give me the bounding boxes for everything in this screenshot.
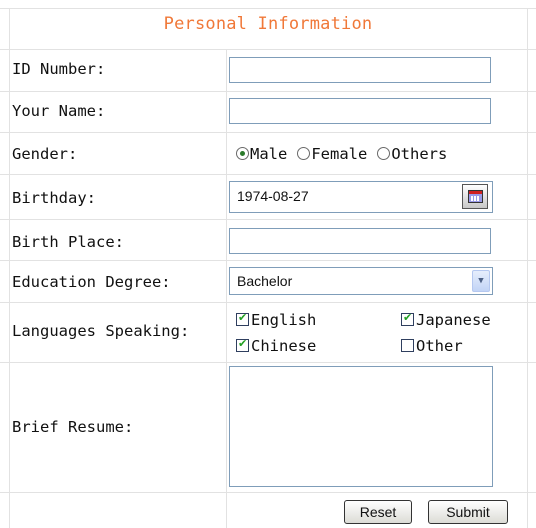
radio-unselected-icon <box>297 147 311 160</box>
grid-line <box>0 362 536 363</box>
submit-button[interactable]: Submit <box>428 500 508 524</box>
grid-line <box>0 492 536 493</box>
gender-option-label: Others <box>391 145 448 163</box>
gender-option-label: Male <box>250 145 288 163</box>
language-option-label: Other <box>416 337 463 355</box>
language-checkbox-english[interactable]: English <box>236 311 316 329</box>
gender-radio-group: Male Female Others <box>236 145 447 163</box>
grid-line <box>0 302 536 303</box>
birthday-label: Birthday: <box>12 189 96 207</box>
calendar-face <box>468 190 483 203</box>
language-checkbox-chinese[interactable]: Chinese <box>236 337 316 355</box>
grid-line <box>0 174 536 175</box>
resume-textarea[interactable] <box>229 366 493 487</box>
gender-radio-others[interactable]: Others <box>377 145 447 163</box>
id-number-label: ID Number: <box>12 60 106 78</box>
birthday-value: 1974-08-27 <box>237 188 309 204</box>
gender-radio-male[interactable]: Male <box>236 145 287 163</box>
education-select[interactable]: Bachelor ▼ <box>229 267 493 295</box>
gender-option-label: Female <box>311 145 368 163</box>
grid-line <box>0 219 536 220</box>
your-name-label: Your Name: <box>12 102 106 120</box>
id-number-input[interactable] <box>229 57 491 83</box>
calendar-icon[interactable] <box>462 184 488 209</box>
grid-line <box>226 49 227 528</box>
birth-place-input[interactable] <box>229 228 491 254</box>
language-checkbox-other[interactable]: Other <box>401 337 463 355</box>
language-checkbox-japanese[interactable]: Japanese <box>401 311 491 329</box>
radio-selected-icon <box>236 147 249 160</box>
grid-line <box>527 8 528 528</box>
languages-label: Languages Speaking: <box>12 322 190 340</box>
radio-unselected-icon <box>377 147 391 160</box>
grid-line <box>9 8 10 528</box>
personal-info-form: Personal Information ID Number: Your Nam… <box>0 0 536 528</box>
language-option-label: Japanese <box>416 311 491 329</box>
grid-line <box>0 8 536 9</box>
grid-line <box>0 91 536 92</box>
language-option-label: English <box>251 311 317 329</box>
education-label: Education Degree: <box>12 273 171 291</box>
grid-line <box>0 49 536 50</box>
reset-button[interactable]: Reset <box>344 500 412 524</box>
chevron-down-icon[interactable]: ▼ <box>472 270 490 292</box>
checkbox-checked-icon <box>236 337 249 352</box>
grid-line <box>0 132 536 133</box>
language-option-label: Chinese <box>251 337 317 355</box>
your-name-input[interactable] <box>229 98 491 124</box>
birthday-input[interactable]: 1974-08-27 <box>229 181 493 213</box>
grid-line <box>0 260 536 261</box>
gender-label: Gender: <box>12 145 78 163</box>
checkbox-checked-icon <box>236 311 249 326</box>
gender-radio-female[interactable]: Female <box>297 145 367 163</box>
form-title: Personal Information <box>163 14 373 34</box>
checkbox-unchecked-icon <box>401 339 414 352</box>
birth-place-label: Birth Place: <box>12 233 124 251</box>
education-selected-value: Bachelor <box>237 273 293 289</box>
checkbox-checked-icon <box>401 311 414 326</box>
resume-label: Brief Resume: <box>12 418 134 436</box>
